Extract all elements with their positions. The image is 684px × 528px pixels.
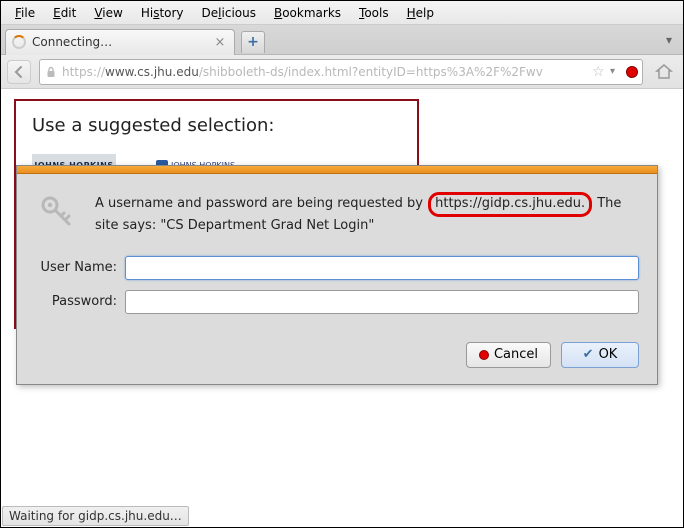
suggested-title: Use a suggested selection: bbox=[32, 115, 401, 136]
username-label: User Name: bbox=[35, 260, 125, 275]
page-content: Use a suggested selection: JOHNS HOPKINS… bbox=[2, 91, 682, 505]
spinner-icon bbox=[12, 35, 26, 49]
tab-title: Connecting… bbox=[32, 35, 212, 49]
menu-history[interactable]: History bbox=[133, 4, 192, 22]
cancel-dot-icon bbox=[479, 350, 489, 360]
key-icon bbox=[35, 190, 79, 234]
dialog-body: A username and password are being reques… bbox=[17, 174, 657, 384]
tab-overflow-button[interactable]: ▾ bbox=[661, 32, 677, 48]
menu-edit[interactable]: Edit bbox=[45, 4, 84, 22]
lock-icon bbox=[44, 65, 58, 79]
nav-bar: https://www.cs.jhu.edu/shibboleth-ds/ind… bbox=[1, 55, 683, 89]
menu-help[interactable]: Help bbox=[399, 4, 442, 22]
menu-delicious[interactable]: Delicious bbox=[194, 4, 264, 22]
username-input[interactable] bbox=[125, 256, 639, 280]
home-button[interactable] bbox=[651, 59, 677, 85]
menu-tools[interactable]: Tools bbox=[351, 4, 397, 22]
status-bar: Waiting for gidp.cs.jhu.edu… bbox=[2, 506, 189, 526]
password-label: Password: bbox=[35, 294, 125, 309]
ok-check-icon: ✔ bbox=[583, 347, 594, 362]
url-dropdown-icon[interactable]: ▾ bbox=[610, 66, 624, 77]
tab-bar: Connecting… × + ▾ bbox=[1, 25, 683, 55]
status-text: Waiting for gidp.cs.jhu.edu… bbox=[9, 509, 182, 523]
highlighted-host: https://gidp.cs.jhu.edu. bbox=[428, 192, 592, 217]
menu-bar: File Edit View History Delicious Bookmar… bbox=[1, 1, 683, 25]
browser-window: File Edit View History Delicious Bookmar… bbox=[0, 0, 684, 528]
dialog-message: A username and password are being reques… bbox=[95, 190, 639, 236]
password-input[interactable] bbox=[125, 290, 639, 314]
url-bar[interactable]: https://www.cs.jhu.edu/shibboleth-ds/ind… bbox=[39, 59, 643, 85]
url-text: https://www.cs.jhu.edu/shibboleth-ds/ind… bbox=[62, 65, 590, 79]
back-arrow-icon bbox=[12, 65, 26, 79]
back-button[interactable] bbox=[7, 60, 31, 84]
cancel-button[interactable]: Cancel bbox=[466, 342, 551, 368]
tab-active[interactable]: Connecting… × bbox=[5, 29, 235, 55]
tab-close-button[interactable]: × bbox=[212, 34, 228, 50]
menu-view[interactable]: View bbox=[86, 4, 130, 22]
new-tab-button[interactable]: + bbox=[241, 31, 265, 53]
auth-dialog: A username and password are being reques… bbox=[16, 165, 658, 385]
record-indicator-icon bbox=[626, 66, 638, 78]
menu-bookmarks[interactable]: Bookmarks bbox=[266, 4, 349, 22]
menu-file[interactable]: File bbox=[7, 4, 43, 22]
dialog-titlebar bbox=[17, 166, 657, 174]
ok-button[interactable]: ✔ OK bbox=[561, 342, 639, 368]
bookmark-star-icon[interactable]: ☆ bbox=[592, 64, 608, 80]
